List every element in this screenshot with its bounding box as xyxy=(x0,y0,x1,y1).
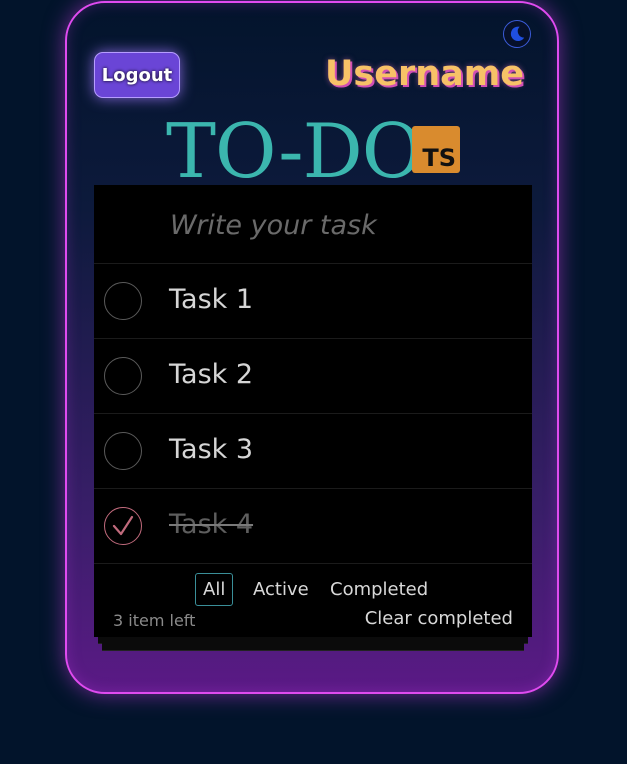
new-task-input[interactable] xyxy=(168,203,522,247)
items-left-count: 3 item left xyxy=(113,611,196,630)
filter-completed[interactable]: Completed xyxy=(323,573,435,606)
app-title: TO-DO xyxy=(166,107,423,195)
task-item: Task 3 xyxy=(94,414,532,489)
filter-all[interactable]: All xyxy=(195,573,234,606)
todo-footer: All Active Completed 3 item left Clear c… xyxy=(94,564,532,637)
task-checkbox-checked[interactable] xyxy=(104,507,142,545)
task-item: Task 2 xyxy=(94,339,532,414)
typescript-badge: TS xyxy=(412,126,460,173)
task-label: Task 1 xyxy=(169,284,254,315)
username-label: Username xyxy=(325,54,524,94)
clear-completed-button[interactable]: Clear completed xyxy=(365,608,513,629)
logout-button[interactable]: Logout xyxy=(94,52,180,98)
todo-panel: Task 1 Task 2 Task 3 Task 4 All Active C… xyxy=(94,185,532,637)
new-task-row xyxy=(94,185,532,264)
task-label: Task 2 xyxy=(169,359,254,390)
filter-active[interactable]: Active xyxy=(246,573,316,606)
task-label-completed: Task 4 xyxy=(169,509,254,540)
panel-shadow-layer xyxy=(102,643,524,651)
task-checkbox[interactable] xyxy=(104,432,142,470)
checkmark-icon xyxy=(112,515,134,536)
theme-toggle-button[interactable] xyxy=(503,20,531,48)
task-checkbox[interactable] xyxy=(104,282,142,320)
moon-icon xyxy=(510,26,525,42)
task-label: Task 3 xyxy=(169,434,254,465)
task-checkbox[interactable] xyxy=(104,357,142,395)
task-item: Task 1 xyxy=(94,264,532,339)
task-item: Task 4 xyxy=(94,489,532,564)
